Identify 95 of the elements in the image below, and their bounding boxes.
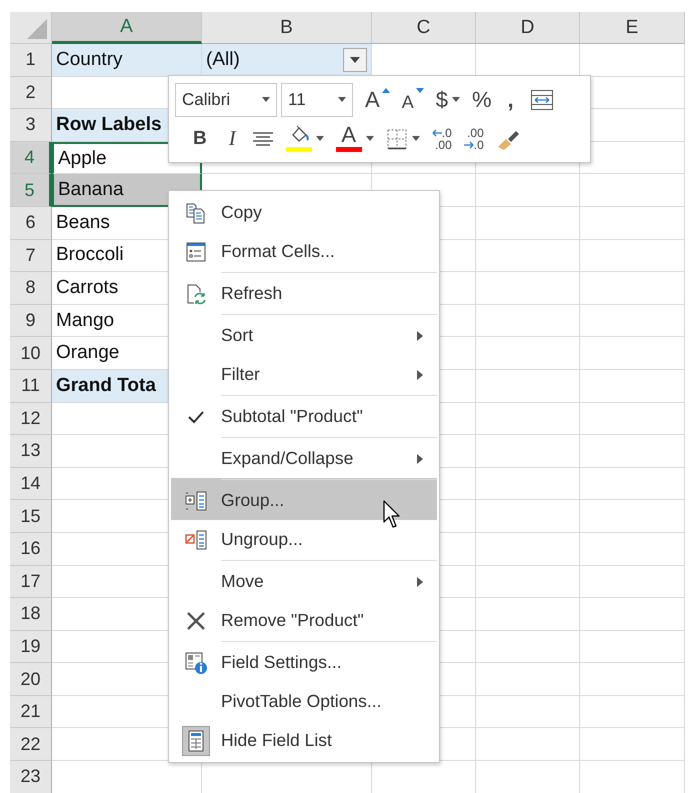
field-value: 11 bbox=[288, 90, 306, 110]
row-header[interactable]: 16 bbox=[10, 532, 52, 566]
row-header[interactable]: 5 bbox=[10, 174, 52, 207]
submenu-arrow-icon bbox=[417, 330, 423, 340]
cell-text: (All) bbox=[206, 48, 240, 71]
submenu-arrow-icon bbox=[417, 370, 423, 380]
wrap-text-icon bbox=[530, 88, 554, 112]
menu-item-label: Remove "Product" bbox=[221, 610, 364, 631]
borders-icon bbox=[386, 128, 408, 150]
group-icon bbox=[184, 490, 208, 512]
caret-icon bbox=[316, 136, 324, 141]
menu-item-label: Subtotal "Product" bbox=[221, 406, 363, 427]
row-header[interactable]: 4 bbox=[10, 142, 52, 174]
row-header[interactable]: 13 bbox=[10, 435, 52, 468]
row-header[interactable]: 6 bbox=[10, 206, 52, 240]
field-value: Calibri bbox=[182, 90, 230, 110]
triangle-down-icon bbox=[416, 88, 424, 92]
remove-icon bbox=[185, 610, 207, 632]
align-center-icon bbox=[252, 130, 274, 146]
menu-item[interactable]: Ungroup... bbox=[171, 520, 437, 559]
row-header[interactable]: 22 bbox=[10, 728, 52, 762]
row-header[interactable]: 15 bbox=[10, 500, 52, 533]
check-icon bbox=[188, 410, 204, 424]
font-size-field[interactable]: 11 bbox=[281, 82, 353, 116]
decimal-label: .0 bbox=[474, 138, 484, 150]
column-header[interactable]: A bbox=[52, 12, 202, 44]
increase-decimal-button[interactable]: .0 .00 bbox=[428, 122, 456, 154]
menu-item-label: Filter bbox=[221, 364, 260, 385]
caret-icon bbox=[350, 56, 360, 63]
menu-item-label: Hide Field List bbox=[221, 730, 332, 751]
menu-item-label: Ungroup... bbox=[221, 529, 303, 550]
row-header[interactable]: 14 bbox=[10, 468, 52, 500]
menu-item-label: Move bbox=[221, 571, 264, 592]
menu-item[interactable]: PivotTable Options... bbox=[171, 682, 437, 721]
row-header[interactable]: 10 bbox=[10, 337, 52, 370]
triangle-up-icon bbox=[382, 88, 390, 92]
row-header[interactable]: 18 bbox=[10, 598, 52, 631]
row-header[interactable]: 8 bbox=[10, 272, 52, 305]
arrow-left-icon bbox=[432, 128, 442, 136]
row-header[interactable]: 21 bbox=[10, 696, 52, 728]
decrease-decimal-button[interactable]: .00 .0 bbox=[460, 122, 488, 154]
shrink-font-button[interactable]: A bbox=[398, 84, 428, 116]
column-header[interactable]: E bbox=[580, 12, 685, 44]
menu-item[interactable]: Hide Field List bbox=[171, 721, 437, 760]
submenu-arrow-icon bbox=[417, 576, 423, 586]
format-cells-icon bbox=[185, 240, 207, 262]
font-name-field[interactable]: Calibri bbox=[175, 82, 277, 116]
menu-item-label: Copy bbox=[221, 202, 262, 223]
arrow-right-icon bbox=[464, 140, 474, 148]
column-header[interactable]: B bbox=[202, 12, 372, 44]
row-header[interactable]: 9 bbox=[10, 304, 52, 338]
menu-item-label: Format Cells... bbox=[221, 241, 335, 262]
column-header[interactable]: C bbox=[372, 12, 476, 44]
row-header[interactable]: 19 bbox=[10, 630, 52, 664]
menu-item[interactable]: Group... bbox=[171, 478, 437, 520]
menu-item-label: Expand/Collapse bbox=[221, 448, 354, 469]
field-settings-icon bbox=[184, 650, 208, 674]
row-header[interactable]: 12 bbox=[10, 402, 52, 436]
row-header[interactable]: 3 bbox=[10, 109, 52, 142]
ungroup-icon bbox=[184, 528, 208, 550]
row-header[interactable]: 11 bbox=[10, 370, 52, 403]
refresh-icon bbox=[185, 282, 207, 304]
menu-item-label: Field Settings... bbox=[221, 652, 342, 673]
caret-icon bbox=[412, 136, 420, 141]
caret-icon bbox=[262, 97, 270, 102]
menu-item[interactable]: Remove "Product" bbox=[171, 601, 437, 640]
corner-icon bbox=[27, 19, 47, 39]
menu-item-label: Sort bbox=[221, 325, 254, 346]
italic-button[interactable]: I bbox=[220, 122, 244, 154]
row-header[interactable]: 2 bbox=[10, 76, 52, 110]
menu-item-label: Refresh bbox=[221, 283, 282, 304]
table-cell: Country bbox=[52, 44, 202, 77]
caret-icon bbox=[338, 97, 346, 102]
caret-icon bbox=[366, 136, 374, 141]
grow-font-button[interactable]: A bbox=[361, 84, 394, 116]
row-header[interactable]: 17 bbox=[10, 566, 52, 598]
decimal-label: .00 bbox=[435, 138, 452, 150]
submenu-arrow-icon bbox=[417, 454, 423, 464]
decimal-label: .00 bbox=[467, 126, 484, 138]
copy-icon bbox=[185, 202, 207, 224]
font-color-button[interactable]: A bbox=[332, 122, 378, 154]
menu-item-label: Group... bbox=[221, 490, 284, 511]
menu-item-label: PivotTable Options... bbox=[221, 691, 382, 712]
column-header[interactable]: D bbox=[476, 12, 580, 44]
number-format-button[interactable]: , bbox=[500, 84, 522, 116]
filter-dropdown-button[interactable] bbox=[343, 48, 367, 72]
caret-icon bbox=[452, 97, 460, 102]
row-header[interactable]: 23 bbox=[10, 761, 52, 793]
decimal-label: .0 bbox=[442, 126, 452, 138]
row-header[interactable]: 7 bbox=[10, 240, 52, 272]
font-color-letter: A bbox=[341, 125, 356, 145]
row-header[interactable]: 20 bbox=[10, 663, 52, 696]
number-format-button[interactable]: % bbox=[468, 84, 496, 116]
row-header[interactable]: 1 bbox=[10, 44, 52, 77]
number-format-button[interactable]: $ bbox=[432, 84, 464, 116]
